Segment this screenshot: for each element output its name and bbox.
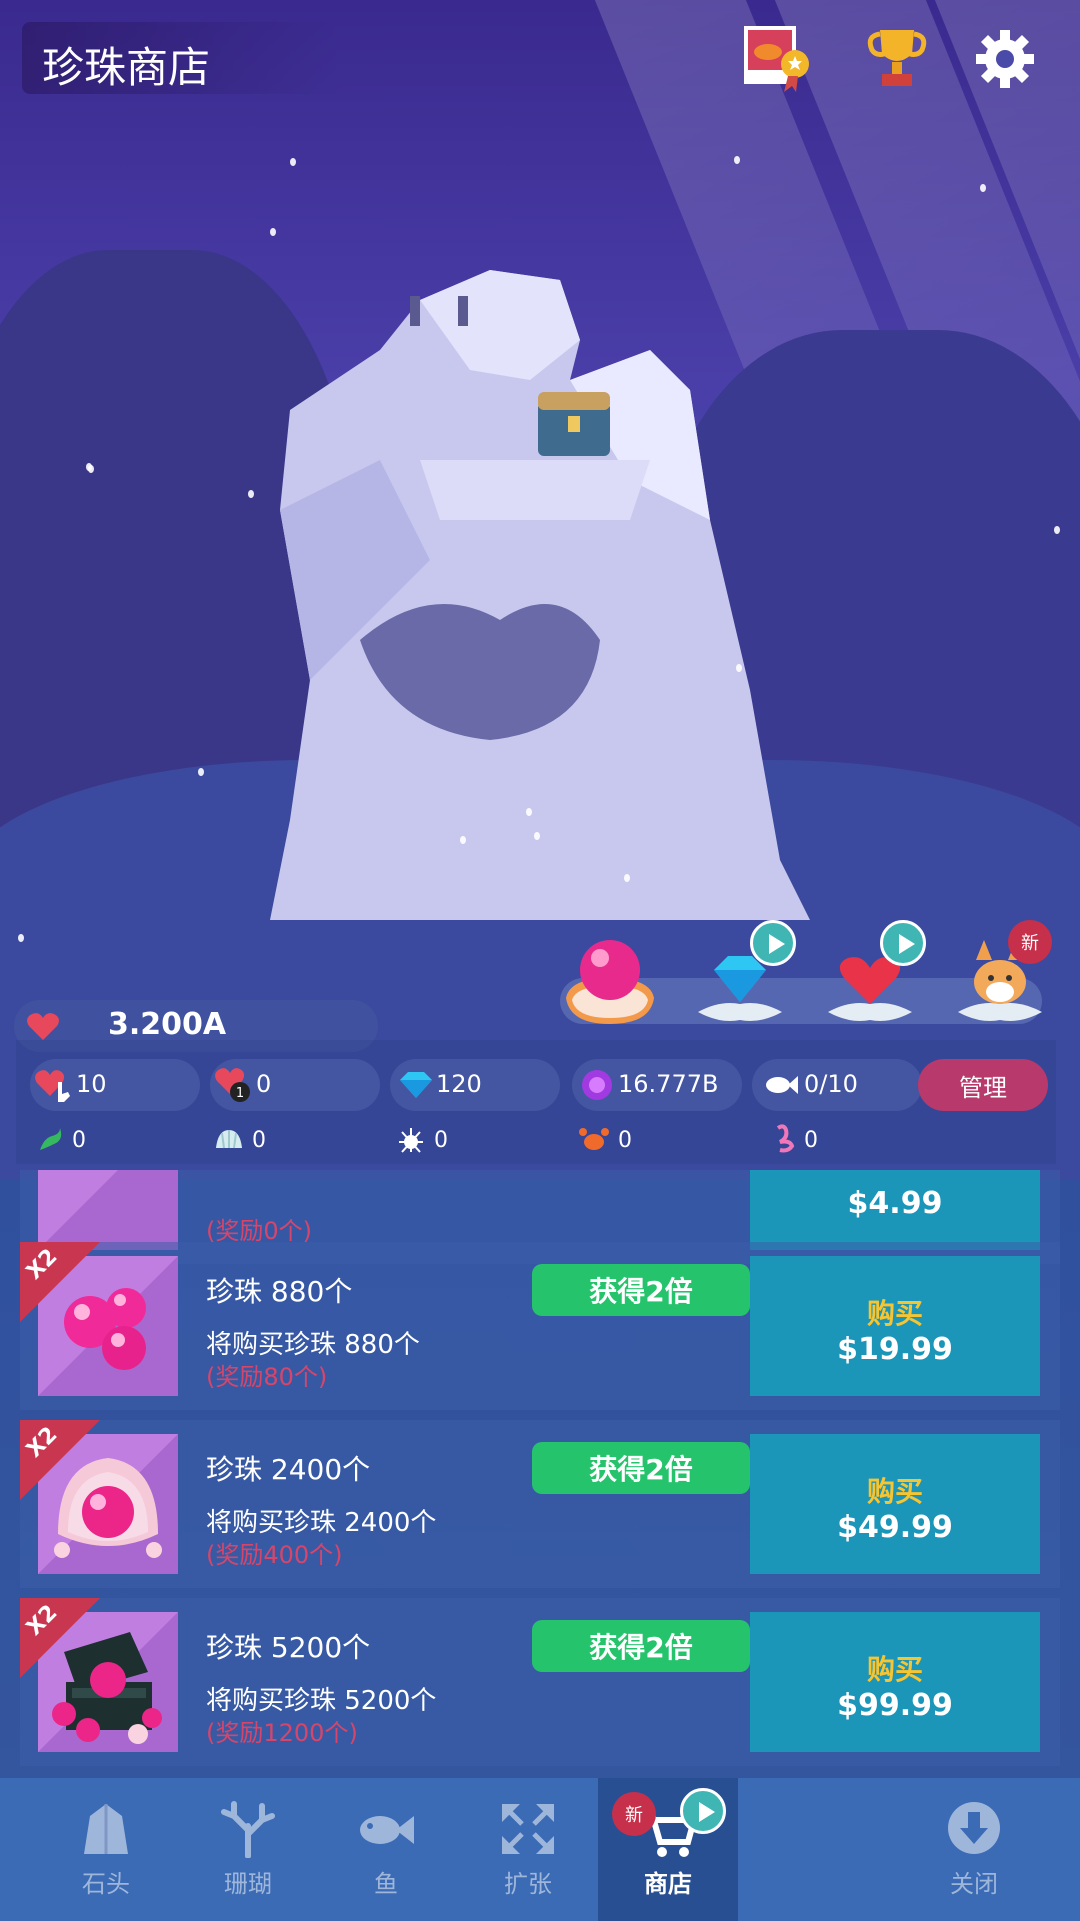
pearl-shell-icon [566,940,654,1024]
buy-label: 购买 [866,1653,923,1686]
video-play-icon[interactable] [880,920,926,966]
buy-price: $99.99 [837,1688,953,1723]
offer-bonus: (奖励400个) [206,1541,343,1569]
trophy-icon[interactable] [862,24,932,94]
buy-label: 购买 [866,1475,923,1508]
chip-diamonds-value: 120 [436,1070,482,1098]
nav-coral[interactable]: 珊瑚 [178,1778,318,1921]
offer-bonus: (奖励1200个) [206,1719,358,1747]
fish-icon [766,1076,798,1094]
video-play-icon[interactable] [750,920,796,966]
chip-pearls-value: 16.777B [618,1070,719,1098]
nav-expand[interactable]: 扩张 [458,1778,598,1921]
resource-seaweed-value: 0 [72,1128,86,1153]
photo-badge-icon[interactable] [740,24,810,94]
pearl-icon [582,1070,612,1100]
expand-icon [502,1804,554,1854]
category-diamond[interactable] [690,920,796,1030]
offer-description: 将购买珍珠 5200个 [206,1686,437,1716]
buy-button[interactable]: $4.99 [750,1170,1040,1250]
crab-icon [579,1128,609,1150]
offer-row: X2 珍珠 2400个 获得2倍 将购买珍珠 2400个 (奖励400个) 购买… [20,1420,1060,1588]
fish-icon [360,1816,414,1844]
nav-label: 关闭 [950,1870,998,1898]
double-button[interactable]: 获得2倍 [532,1442,750,1494]
x2-badge [20,1598,100,1678]
nav-label: 珊瑚 [224,1870,272,1898]
offer-thumbnail [38,1170,178,1250]
urchin-icon [399,1128,423,1153]
seaweed-icon [40,1128,62,1150]
new-badge: 新 [612,1792,656,1836]
offer-row: X2 珍珠 5200个 获得2倍 将购买珍珠 5200个 (奖励1200个) 购… [20,1598,1060,1766]
hearts-value: 3.200A [108,1007,227,1042]
resource-flamingo-value: 0 [804,1128,818,1153]
nav-label: 扩张 [504,1870,552,1898]
offer-name: 珍珠 880个 [206,1275,353,1308]
coral-icon [221,1801,275,1858]
offer-description: 将购买珍珠 880个 [206,1330,420,1360]
flamingo-icon [776,1124,795,1153]
nav-rock[interactable]: 石头 [36,1778,176,1921]
offer-name: 珍珠 5200个 [206,1631,371,1664]
nav-label: 商店 [644,1870,692,1898]
offers-list[interactable]: (奖励0个) $4.99 X2 珍珠 880个 获得2倍 将购买珍珠 880个 … [0,1170,1080,1780]
diamond-icon [400,1072,432,1098]
buy-button[interactable]: 购买 $49.99 [750,1434,1040,1574]
x2-badge [20,1242,100,1322]
buy-price: $4.99 [847,1186,943,1221]
offer-description: 将购买珍珠 2400个 [206,1508,437,1538]
category-corgi[interactable]: 新 [950,920,1052,1030]
download-icon [948,1802,1000,1854]
video-play-icon[interactable] [680,1788,726,1834]
manage-button[interactable]: 管理 [918,1059,1048,1111]
buy-price: $49.99 [837,1510,953,1545]
resource-urchin-value: 0 [434,1128,448,1153]
rock-sculpture [270,270,810,920]
offer-name: 珍珠 2400个 [206,1453,371,1486]
category-heart[interactable] [820,920,926,1030]
heart-timer-icon: 1 [215,1068,250,1102]
gear-icon[interactable] [970,24,1040,94]
resource-crab-value: 0 [618,1128,632,1153]
svg-text:1: 1 [236,1086,244,1101]
offer-row: X2 珍珠 880个 获得2倍 将购买珍珠 880个 (奖励80个) 购买 $1… [20,1242,1060,1410]
x2-badge [20,1420,100,1500]
heart-tap-icon [35,1070,70,1102]
nav-close[interactable]: 关闭 [904,1778,1044,1921]
heart-icon [27,1013,59,1040]
page-title: 珍珠商店 [42,43,211,92]
chip-taps-value: 10 [76,1070,107,1098]
shell-icon [216,1130,242,1149]
buy-button[interactable]: 购买 $19.99 [750,1256,1040,1396]
chip-fish-value: 0/10 [804,1070,858,1098]
buy-button[interactable]: 购买 $99.99 [750,1612,1040,1752]
rock-icon [84,1804,128,1854]
offer-bonus: (奖励80个) [206,1363,328,1391]
nav-fish[interactable]: 鱼 [316,1778,456,1921]
chip-timer-value: 0 [256,1070,272,1098]
new-badge: 新 [1008,920,1052,964]
double-button[interactable]: 获得2倍 [532,1264,750,1316]
offer-bonus: (奖励0个) [206,1217,312,1245]
resource-shell-value: 0 [252,1128,266,1153]
buy-price: $19.99 [837,1332,953,1367]
nav-label: 石头 [82,1870,130,1898]
buy-label: 购买 [866,1297,923,1330]
nav-shop[interactable]: 新 商店 [598,1778,738,1921]
category-pearl[interactable] [560,920,660,1030]
double-button[interactable]: 获得2倍 [532,1620,750,1672]
nav-label: 鱼 [374,1870,398,1898]
